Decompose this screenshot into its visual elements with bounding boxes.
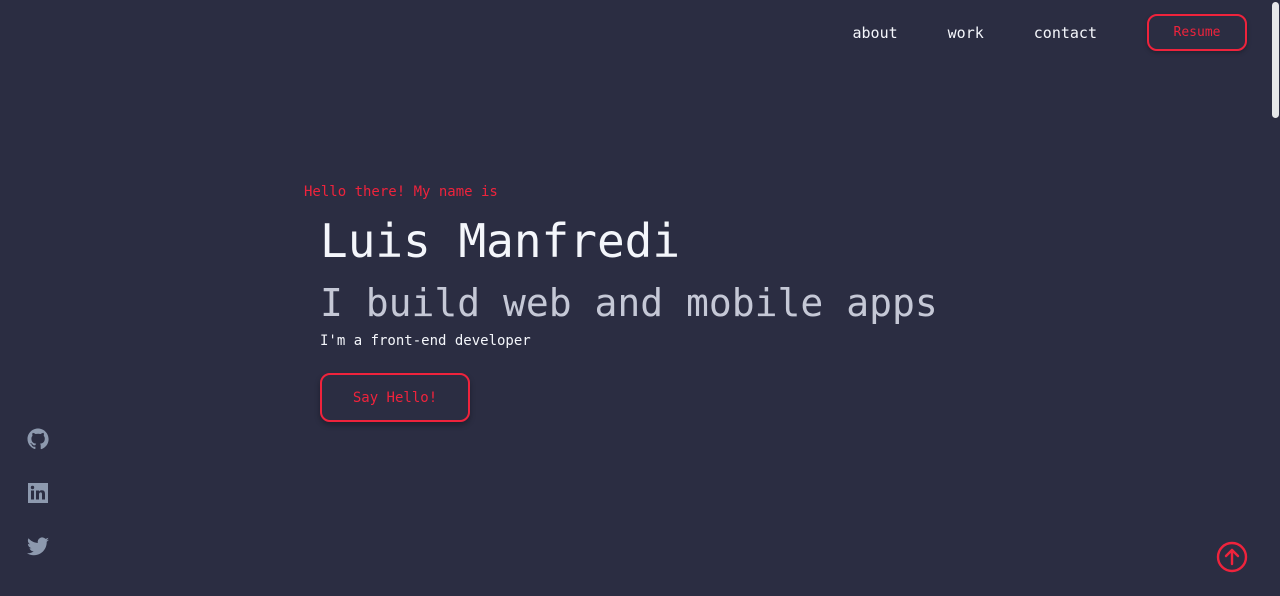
linkedin-icon[interactable]	[26, 481, 50, 505]
nav-link-contact[interactable]: contact	[1034, 24, 1097, 42]
scrollbar-thumb[interactable]	[1272, 2, 1279, 118]
nav-link-work[interactable]: work	[948, 24, 984, 42]
github-icon[interactable]	[26, 427, 50, 451]
resume-button[interactable]: Resume	[1147, 14, 1247, 51]
hero-subtitle: I'm a front-end developer	[320, 333, 531, 349]
nav-link-about[interactable]: about	[853, 24, 898, 42]
hero-name: Luis Manfredi	[320, 214, 681, 268]
arrow-up-circle-icon[interactable]	[1216, 541, 1248, 573]
hero-tagline: I build web and mobile apps	[320, 281, 938, 325]
twitter-icon[interactable]	[26, 535, 50, 559]
scrollbar[interactable]	[1271, 0, 1280, 596]
say-hello-button[interactable]: Say Hello!	[320, 373, 470, 422]
top-nav: about work contact Resume	[853, 14, 1247, 51]
page: about work contact Resume Hello there! M…	[0, 0, 1280, 596]
hero-greeting: Hello there! My name is	[304, 184, 498, 200]
